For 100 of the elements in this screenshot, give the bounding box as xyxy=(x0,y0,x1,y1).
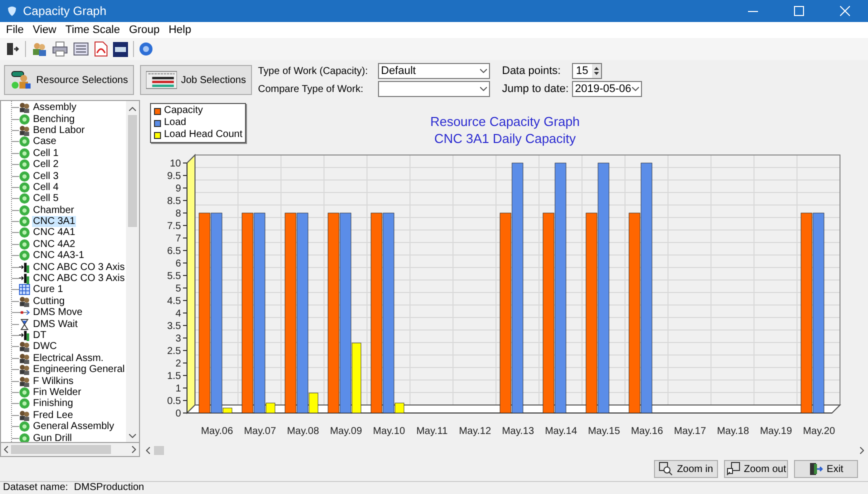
tree-item[interactable]: DT xyxy=(32,330,48,341)
scroll-right-icon xyxy=(860,446,864,454)
tree-item[interactable]: Electrical Assm. xyxy=(32,352,105,364)
scrollbar-thumb[interactable] xyxy=(11,445,111,454)
tree-item[interactable]: Cutting xyxy=(32,296,66,307)
round-node-icon xyxy=(19,386,30,398)
horizontal-scrollbar[interactable] xyxy=(0,443,140,457)
tree-item[interactable]: Finishing xyxy=(32,398,74,410)
close-icon xyxy=(840,6,850,16)
tree-item[interactable]: CNC 4A2 xyxy=(32,238,76,250)
zoom-in-button[interactable]: Zoom in xyxy=(654,460,718,478)
pdf-icon[interactable] xyxy=(94,41,108,57)
tree-item[interactable]: Assembly xyxy=(32,102,78,114)
tree-item[interactable]: CNC 4A1 xyxy=(32,227,76,238)
tree-branch-line xyxy=(12,278,19,280)
exit-door-icon[interactable] xyxy=(6,42,20,56)
tree-item[interactable]: F Wilkins xyxy=(32,376,75,387)
x-tick-label: May.10 xyxy=(372,426,406,437)
y-tick-label: 0 xyxy=(175,408,181,420)
y-tick-label: 6.5 xyxy=(167,246,181,257)
status-value: DMSProduction xyxy=(74,483,144,493)
resource-group-icon xyxy=(10,69,32,91)
machine-arrow-icon xyxy=(19,273,30,284)
exit-button[interactable]: Exit xyxy=(794,460,858,478)
menu-item[interactable]: Group xyxy=(129,22,160,38)
tree-item[interactable]: Cell 1 xyxy=(32,148,60,159)
x-tick-label: May.11 xyxy=(416,426,448,437)
y-tick-label: 8 xyxy=(175,208,181,220)
legend-label: Capacity xyxy=(164,105,203,117)
zoom-out-button[interactable]: Zoom out xyxy=(724,460,788,478)
tree-item[interactable]: Cure 1 xyxy=(32,284,64,296)
maximize-icon xyxy=(794,6,804,16)
menu-item[interactable]: File xyxy=(6,22,24,38)
x-tick-label: May.09 xyxy=(330,426,362,437)
tree-item[interactable]: CNC ABC CO 3 Axis xyxy=(32,273,126,284)
image-file-icon[interactable] xyxy=(113,42,128,56)
y-tick-label: 1 xyxy=(175,384,181,394)
printer-icon[interactable] xyxy=(52,41,68,57)
x-tick-label: May.19 xyxy=(760,426,792,437)
type-of-work-dropdown[interactable]: Default xyxy=(378,63,490,79)
x-tick-label: May.14 xyxy=(544,426,578,437)
tree-branch-line xyxy=(12,414,19,416)
tree-branch-line xyxy=(12,141,19,142)
y-tick-label: 3 xyxy=(175,334,181,344)
x-tick-label: May.12 xyxy=(458,426,492,437)
tree-item[interactable]: Bend Labor xyxy=(32,124,86,136)
vertical-scrollbar[interactable] xyxy=(126,101,139,442)
tree-branch-line xyxy=(12,130,19,131)
tree-item[interactable]: Fred Lee xyxy=(32,410,74,421)
field-label: Compare Type of Work: xyxy=(258,82,364,96)
date-picker[interactable]: 2019-05-06 xyxy=(572,81,642,98)
job-schedule-icon xyxy=(146,69,177,91)
tree-branch-line xyxy=(12,186,19,188)
round-node-icon xyxy=(19,250,30,262)
scrollbar-thumb[interactable] xyxy=(128,115,137,227)
tree-item[interactable]: Case xyxy=(32,136,58,148)
menu-item[interactable]: View xyxy=(32,22,56,38)
tree-branch-line xyxy=(12,312,19,314)
data-points-label: Data points: xyxy=(502,64,562,78)
machine-arrow-icon xyxy=(19,262,30,273)
tree-item[interactable]: DWC xyxy=(32,341,58,352)
tree-item[interactable]: Benching xyxy=(32,114,76,125)
tree-branch-line xyxy=(12,300,19,302)
tree-item[interactable]: CNC 3A1 xyxy=(32,216,76,228)
tree-item[interactable]: Cell 5 xyxy=(32,193,60,204)
scroll-left-icon xyxy=(4,446,8,453)
menu-item[interactable]: Help xyxy=(168,22,192,38)
tree-item[interactable]: Fin Welder xyxy=(32,386,82,398)
tree-item[interactable]: Chamber xyxy=(32,204,76,216)
y-tick-label: 4 xyxy=(175,308,181,320)
tree-item[interactable]: CNC 4A3-1 xyxy=(32,250,86,262)
tree-item[interactable]: DMS Wait xyxy=(32,318,79,330)
people-icon[interactable] xyxy=(31,41,47,57)
tree-item[interactable]: Engineering General xyxy=(32,364,126,376)
resource-selections-button[interactable]: Resource Selections xyxy=(4,65,134,95)
y-tick-label: 1.5 xyxy=(167,371,181,382)
x-tick-label: May.08 xyxy=(286,426,320,437)
export-icon[interactable] xyxy=(73,41,89,57)
data-points-spinner[interactable]: 15 xyxy=(572,62,602,79)
tree-branch-line xyxy=(12,426,19,428)
tree-branch-line xyxy=(12,232,19,234)
help-icon[interactable] xyxy=(139,42,153,56)
menu-item[interactable]: Time Scale xyxy=(65,22,120,38)
tree-branch-line xyxy=(12,244,19,245)
tree-item[interactable]: Cell 3 xyxy=(32,170,60,182)
tree-item[interactable]: CNC ABC CO 3 Axis xyxy=(32,262,126,273)
tree-item[interactable]: Gun Drill xyxy=(32,432,73,442)
scroll-up-icon xyxy=(129,107,136,111)
scrollbar-thumb[interactable] xyxy=(154,446,164,454)
x-tick-label: May.13 xyxy=(502,426,534,437)
tree-item[interactable]: General Assembly xyxy=(32,421,116,432)
type-of-work-dropdown[interactable] xyxy=(378,81,490,97)
job-selections-button[interactable]: Job Selections xyxy=(140,65,252,95)
people-icon xyxy=(19,341,30,352)
tree-item[interactable]: DMS Move xyxy=(32,307,84,318)
tree-item[interactable]: Cell 4 xyxy=(32,182,60,193)
tree-item[interactable]: Cell 2 xyxy=(32,159,60,170)
y-tick-label: 9 xyxy=(175,184,181,194)
tree-branch-line xyxy=(12,380,19,382)
tree-branch-line xyxy=(12,324,19,325)
